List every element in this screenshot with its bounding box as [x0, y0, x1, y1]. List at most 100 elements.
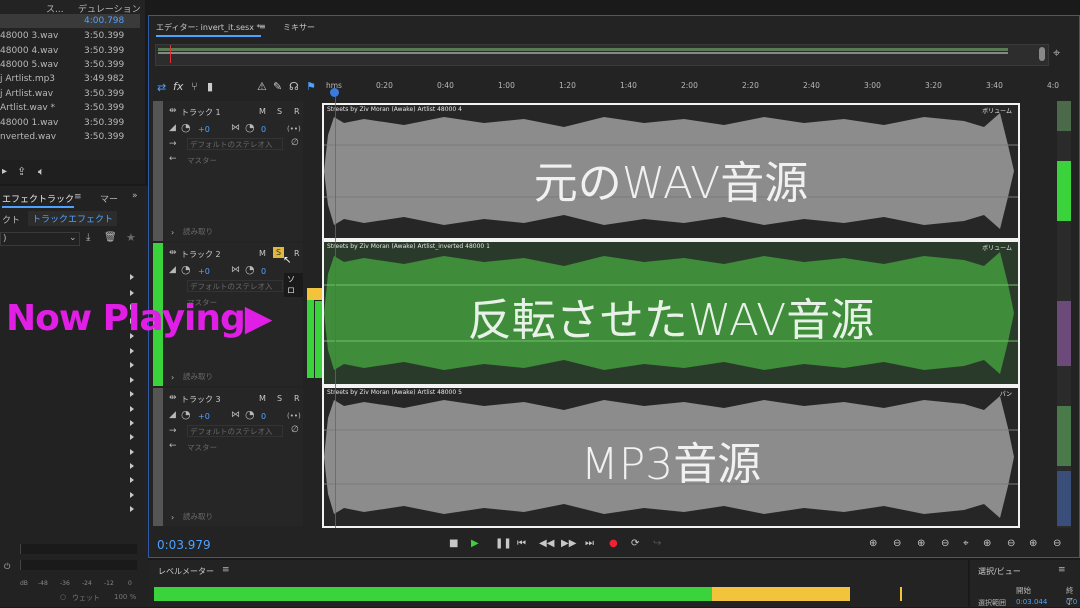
- zoom-out-amplitude-icon[interactable]: ⊖: [893, 538, 901, 549]
- pan-knob[interactable]: ◔: [245, 263, 255, 276]
- effect-slot-expand-icon[interactable]: [130, 290, 134, 296]
- grip-icon[interactable]: ⇹: [169, 393, 177, 403]
- vertical-scrollbar[interactable]: [1057, 101, 1071, 528]
- zoom-out-point-icon[interactable]: ⊖: [1007, 538, 1015, 549]
- effect-slot-expand-icon[interactable]: [130, 434, 134, 440]
- automation-mode[interactable]: 読み取り: [183, 226, 213, 237]
- output-select[interactable]: マスター: [187, 442, 217, 453]
- read-icon[interactable]: ⚠: [257, 80, 267, 93]
- record-button[interactable]: R: [294, 394, 300, 403]
- clip-param[interactable]: パン: [1000, 389, 1012, 398]
- menu-icon[interactable]: ≡: [259, 22, 266, 31]
- zoom-reset-icon[interactable]: ⌖: [963, 538, 969, 549]
- zoom-in-point-icon[interactable]: ⊕: [983, 538, 991, 549]
- subtab-clip-effects[interactable]: クト: [2, 213, 20, 226]
- zoom-in-amplitude-icon[interactable]: ⊕: [869, 538, 877, 549]
- rewind-icon[interactable]: ◀◀: [539, 538, 554, 549]
- pan-value[interactable]: 0: [261, 267, 266, 276]
- zoom-selection-icon[interactable]: ⊕: [1029, 538, 1037, 549]
- chevron-right-icon[interactable]: ›: [171, 228, 174, 237]
- switch-icon[interactable]: ⇄: [157, 81, 166, 94]
- track-name[interactable]: トラック 2: [181, 249, 221, 260]
- file-row[interactable]: 48000 4.wav 3:50.399: [0, 44, 140, 58]
- export-icon[interactable]: ⇪: [17, 165, 26, 178]
- fast-forward-icon[interactable]: ▶▶: [561, 538, 576, 549]
- menu-icon[interactable]: ≡: [222, 565, 230, 575]
- chevron-right-icon[interactable]: »: [132, 191, 138, 201]
- input-select[interactable]: デフォルトのステレオ入: [187, 425, 283, 437]
- automation-mode[interactable]: 読み取り: [183, 371, 213, 382]
- menu-icon[interactable]: ≡: [74, 192, 82, 202]
- volume-value[interactable]: +0: [198, 125, 210, 134]
- effect-slot-expand-icon[interactable]: [130, 377, 134, 383]
- pan-value[interactable]: 0: [261, 125, 266, 134]
- automation-mode[interactable]: 読み取り: [183, 511, 213, 522]
- file-row[interactable]: 4:00.798: [0, 14, 140, 28]
- chevron-right-icon[interactable]: ›: [171, 513, 174, 522]
- wet-toggle-icon[interactable]: ○: [60, 593, 66, 601]
- input-select[interactable]: デフォルトのステレオ入: [187, 138, 283, 150]
- preset-dropdown[interactable]: ) ⌄: [0, 232, 80, 246]
- effect-slot-expand-icon[interactable]: [130, 420, 134, 426]
- subtab-track-effects[interactable]: トラックエフェクト: [28, 211, 118, 226]
- file-row[interactable]: Artlist.wav * 3:50.399: [0, 101, 140, 115]
- clip-track-1[interactable]: Streets by Ziv Moran (Awake) Artlist 480…: [322, 103, 1020, 240]
- overview-handle[interactable]: [1039, 47, 1045, 61]
- track-name[interactable]: トラック 1: [181, 107, 221, 118]
- zoom-out-time-icon[interactable]: ⊖: [941, 538, 949, 549]
- selection-end[interactable]: 0:0: [1066, 598, 1077, 606]
- zoom-tracks-icon[interactable]: ⊖: [1053, 538, 1061, 549]
- menu-icon[interactable]: ≡: [1058, 565, 1066, 575]
- grip-icon[interactable]: ⇹: [169, 106, 177, 116]
- tab-editor[interactable]: エディター: invert_it.sesx *: [156, 22, 261, 37]
- pause-icon[interactable]: ❚❚: [495, 538, 512, 549]
- file-row[interactable]: 48000 5.wav 3:50.399: [0, 58, 140, 72]
- solo-button[interactable]: S: [277, 394, 282, 403]
- record-button[interactable]: R: [294, 249, 300, 258]
- grip-icon[interactable]: ⇹: [169, 248, 177, 258]
- effect-slot-expand-icon[interactable]: [130, 274, 134, 280]
- write-icon[interactable]: ✎: [273, 80, 282, 93]
- save-preset-icon[interactable]: ⤓: [86, 232, 90, 243]
- stereo-icon[interactable]: (••): [287, 125, 301, 133]
- volume-knob[interactable]: ◔: [181, 408, 191, 421]
- timecode-display[interactable]: 0:03.979: [157, 538, 211, 552]
- file-row[interactable]: j Artlist.mp3 3:49.982: [0, 72, 140, 86]
- effect-slot-expand-icon[interactable]: [130, 463, 134, 469]
- effect-slot-expand-icon[interactable]: [130, 406, 134, 412]
- stop-icon[interactable]: ■: [449, 538, 458, 549]
- loop-icon[interactable]: ⟳: [631, 538, 639, 549]
- phase-icon[interactable]: ∅: [291, 425, 299, 435]
- zoom-navigate-icon[interactable]: ⌖: [1053, 46, 1060, 61]
- time-ruler[interactable]: hms 0:20 0:40 1:00 1:20 1:40 2:00 2:20 2…: [322, 80, 1077, 97]
- effect-slot-expand-icon[interactable]: [130, 477, 134, 483]
- overview-bar[interactable]: [155, 44, 1049, 66]
- clip-track-3[interactable]: Streets by Ziv Moran (Awake) Artlist 480…: [322, 386, 1020, 528]
- clip-param[interactable]: ボリューム: [982, 243, 1012, 252]
- volume-knob[interactable]: ◔: [181, 263, 191, 276]
- chevron-right-icon[interactable]: ›: [171, 373, 174, 382]
- headphones-icon[interactable]: ☊: [289, 80, 299, 93]
- play-icon[interactable]: ▶: [471, 538, 479, 549]
- effect-slot-expand-icon[interactable]: [130, 492, 134, 498]
- input-select[interactable]: デフォルトのステレオ入: [187, 280, 283, 292]
- zoom-in-time-icon[interactable]: ⊕: [917, 538, 925, 549]
- record-button[interactable]: R: [294, 107, 300, 116]
- volume-knob[interactable]: ◔: [181, 121, 191, 134]
- file-row[interactable]: nverted.wav 3:50.399: [0, 130, 140, 144]
- skip-start-icon[interactable]: ⏮: [517, 538, 526, 549]
- effect-slot-expand-icon[interactable]: [130, 449, 134, 455]
- skip-end-icon[interactable]: ⏭: [585, 538, 594, 549]
- trash-icon[interactable]: 🗑︎: [104, 232, 117, 243]
- effect-slot-expand-icon[interactable]: [130, 348, 134, 354]
- meter-icon[interactable]: ▮: [207, 80, 213, 93]
- clip-param[interactable]: ボリューム: [982, 106, 1012, 115]
- file-row[interactable]: 48000 1.wav 3:50.399: [0, 116, 140, 130]
- phase-icon[interactable]: ∅: [291, 138, 299, 148]
- file-row[interactable]: j Artlist.wav 3:50.399: [0, 87, 140, 101]
- selection-start[interactable]: 0:03.044: [1016, 598, 1047, 606]
- effect-slot-expand-icon[interactable]: [130, 362, 134, 368]
- tab-effects-rack[interactable]: エフェクトラック: [2, 192, 75, 208]
- power-icon[interactable]: ⏻: [4, 562, 10, 572]
- output-select[interactable]: マスター: [187, 155, 217, 166]
